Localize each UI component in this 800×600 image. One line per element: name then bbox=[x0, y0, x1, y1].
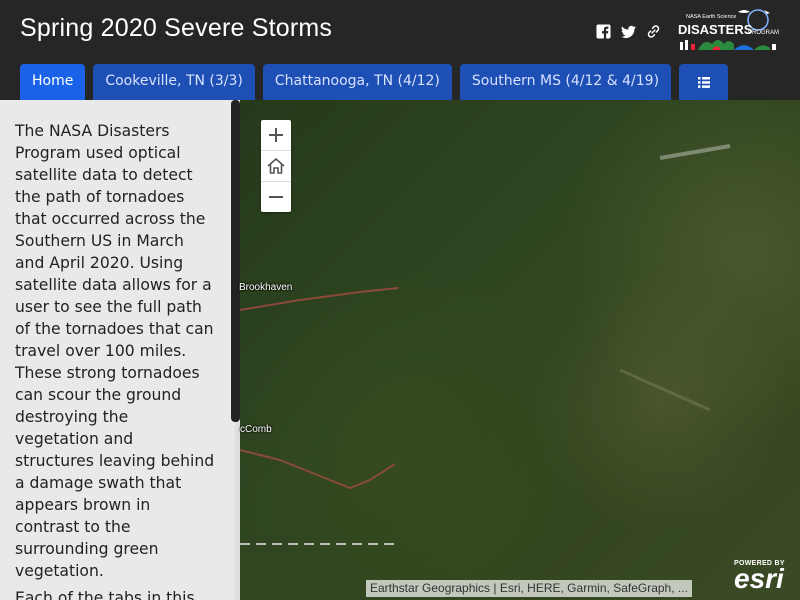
zoom-out-button[interactable] bbox=[261, 182, 291, 212]
sidebar-panel: The NASA Disasters Program used optical … bbox=[0, 100, 240, 600]
facebook-icon[interactable] bbox=[596, 24, 611, 39]
social-links bbox=[596, 24, 661, 39]
twitter-icon[interactable] bbox=[621, 24, 636, 39]
plus-icon bbox=[269, 128, 283, 142]
tornado-track bbox=[619, 368, 711, 412]
zoom-in-button[interactable] bbox=[261, 120, 291, 151]
tab-home[interactable]: Home bbox=[20, 64, 86, 100]
sidebar-description-continued: Each of the tabs in this bbox=[15, 589, 195, 600]
link-icon[interactable] bbox=[646, 24, 661, 39]
road-line bbox=[240, 449, 396, 490]
map-label-mccomb: cComb bbox=[240, 424, 272, 435]
tab-chattanooga[interactable]: Chattanooga, TN (4/12) bbox=[262, 64, 452, 100]
tab-list-menu[interactable] bbox=[679, 64, 729, 100]
tab-southern-ms[interactable]: Southern MS (4/12 & 4/19) bbox=[459, 64, 672, 100]
map-attribution[interactable]: Earthstar Geographics | Esri, HERE, Garm… bbox=[366, 580, 692, 597]
map-overlay bbox=[240, 144, 731, 545]
logo-line3: PROGRAM bbox=[748, 30, 779, 36]
sidebar-description: The NASA Disasters Program used optical … bbox=[15, 122, 215, 580]
home-icon bbox=[267, 158, 285, 174]
cloud-streak bbox=[659, 144, 731, 160]
list-icon bbox=[697, 76, 710, 88]
tab-cookeville[interactable]: Cookeville, TN (3/3) bbox=[93, 64, 255, 100]
app-header: Spring 2020 Severe Storms NASA Earth Sci… bbox=[0, 0, 800, 100]
home-button[interactable] bbox=[261, 151, 291, 182]
tab-bar: Home Cookeville, TN (3/3) Chattanooga, T… bbox=[20, 64, 729, 100]
minus-icon bbox=[269, 196, 283, 198]
logo-line1: NASA Earth Science bbox=[686, 14, 736, 20]
map-label-brookhaven: Brookhaven bbox=[239, 282, 293, 293]
page-title: Spring 2020 Severe Storms bbox=[20, 14, 333, 42]
sidebar-scrollbar[interactable] bbox=[231, 100, 240, 422]
nasa-disasters-logo: NASA Earth Science DISASTERS PROGRAM bbox=[676, 6, 780, 54]
esri-logo[interactable]: esri bbox=[734, 563, 784, 595]
logo-line2: DISASTERS bbox=[678, 22, 753, 37]
zoom-control bbox=[261, 120, 291, 212]
map-view[interactable] bbox=[240, 100, 800, 600]
